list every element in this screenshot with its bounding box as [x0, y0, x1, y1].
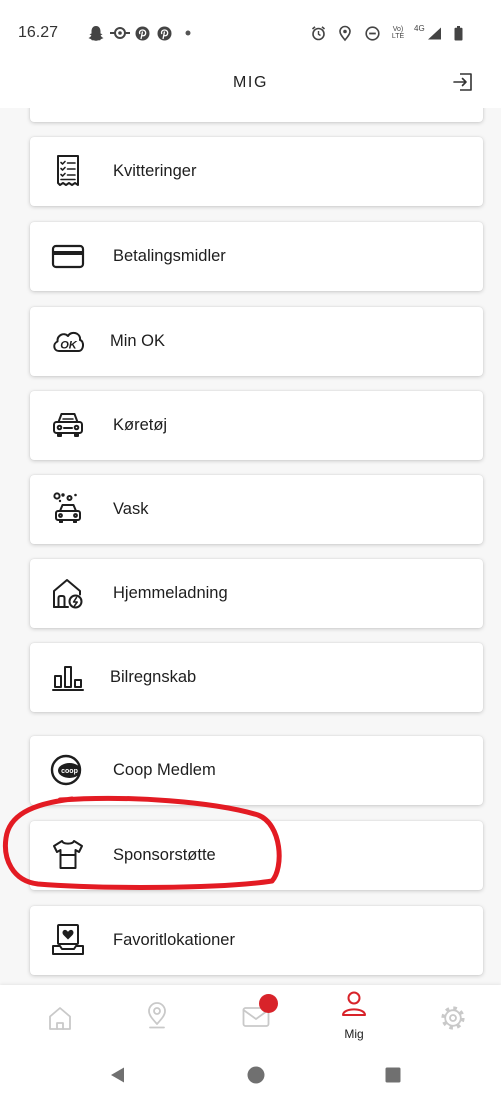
volte-icon: Vo) LTE	[389, 26, 407, 40]
menu-item-label: Min OK	[110, 332, 166, 350]
notification-badge	[259, 994, 278, 1013]
logout-button[interactable]	[451, 70, 475, 94]
do-not-disturb-icon	[365, 26, 380, 41]
menu-item-koretoj[interactable]: Køretøj	[30, 391, 483, 460]
home-circle-icon	[247, 1066, 265, 1084]
app-header: MIG	[0, 58, 501, 108]
battery-icon	[454, 26, 463, 41]
alarm-icon	[311, 25, 326, 41]
min-ok-logo-text: OK	[60, 340, 78, 352]
menu-item-bilregnskab[interactable]: Bilregnskab	[30, 643, 483, 712]
home-system-button[interactable]	[247, 1066, 265, 1084]
home-icon	[49, 1007, 71, 1030]
nav-profile-label: Mig	[344, 1027, 364, 1041]
menu-item-label: Kvitteringer	[113, 162, 197, 180]
eye-icon	[109, 26, 131, 40]
t-shirt-icon	[50, 837, 86, 873]
volte-bottom-label: LTE	[391, 33, 405, 40]
car-wash-icon	[50, 491, 86, 527]
status-time: 16.27	[18, 24, 59, 41]
page-title: MIG	[232, 74, 269, 91]
favorite-location-icon	[50, 922, 86, 958]
receipt-icon	[50, 153, 86, 189]
location-pin-icon	[148, 1002, 166, 1029]
menu-item-label: Betalingsmidler	[113, 247, 226, 265]
network-type-label: 4G	[414, 24, 425, 33]
nav-home-button[interactable]	[45, 1003, 75, 1033]
menu-item-label: Køretøj	[113, 416, 168, 434]
volte-top-label: Vo)	[392, 26, 404, 33]
signal-icon	[427, 27, 442, 40]
home-charging-icon	[50, 575, 86, 611]
system-navigation-bar	[0, 1050, 501, 1103]
bottom-navigation: Mig	[0, 985, 501, 1050]
menu-item-label: Vask	[113, 500, 149, 518]
menu-item-min-ok[interactable]: OK Min OK	[30, 307, 483, 376]
menu-item-betalingsmidler[interactable]: Betalingsmidler	[30, 222, 483, 291]
notification-dot-icon	[185, 30, 191, 36]
nav-locations-button[interactable]	[142, 1000, 172, 1030]
nav-profile-button[interactable]	[339, 989, 369, 1019]
logout-icon	[453, 73, 472, 91]
menu-item-sponsorstotte[interactable]: Sponsorstøtte	[30, 821, 483, 890]
menu-item-label: Bilregnskab	[110, 668, 197, 686]
recents-square-icon	[385, 1067, 401, 1083]
min-ok-logo-icon: OK	[50, 323, 86, 359]
menu-item-favoritlokationer[interactable]: Favoritlokationer	[30, 906, 483, 975]
pinterest-icon	[157, 26, 172, 41]
pinterest-icon	[135, 26, 150, 41]
menu-item-label: Coop Medlem	[113, 761, 216, 779]
coop-logo-text: coop	[61, 768, 78, 775]
menu-item-coop-medlem[interactable]: coop Coop Medlem	[30, 736, 483, 805]
menu-item-label: Favoritlokationer	[113, 931, 235, 949]
car-icon	[50, 407, 86, 443]
settings-icon	[441, 1006, 465, 1030]
coop-logo-icon: coop	[50, 752, 86, 788]
profile-icon	[342, 991, 366, 1016]
credit-card-icon	[50, 238, 86, 274]
menu-item-label: Hjemmeladning	[113, 584, 228, 602]
menu-list[interactable]: Kvitteringer Betalingsmidler OK Min OK K…	[0, 108, 501, 985]
location-icon	[339, 25, 351, 42]
status-bar: 16.27 Vo) LTE 4G	[0, 0, 501, 58]
bar-chart-icon	[50, 659, 86, 695]
nav-settings-button[interactable]	[438, 1003, 468, 1033]
recents-button[interactable]	[385, 1067, 401, 1083]
menu-item-hjemmeladning[interactable]: Hjemmeladning	[30, 559, 483, 628]
menu-item-vask[interactable]: Vask	[30, 475, 483, 544]
menu-item-label: Sponsorstøtte	[113, 846, 216, 864]
snapchat-icon	[88, 25, 104, 42]
back-icon	[111, 1067, 124, 1083]
back-button[interactable]	[108, 1065, 128, 1085]
menu-item-kvitteringer[interactable]: Kvitteringer	[30, 137, 483, 206]
menu-card-partial[interactable]	[30, 108, 483, 122]
